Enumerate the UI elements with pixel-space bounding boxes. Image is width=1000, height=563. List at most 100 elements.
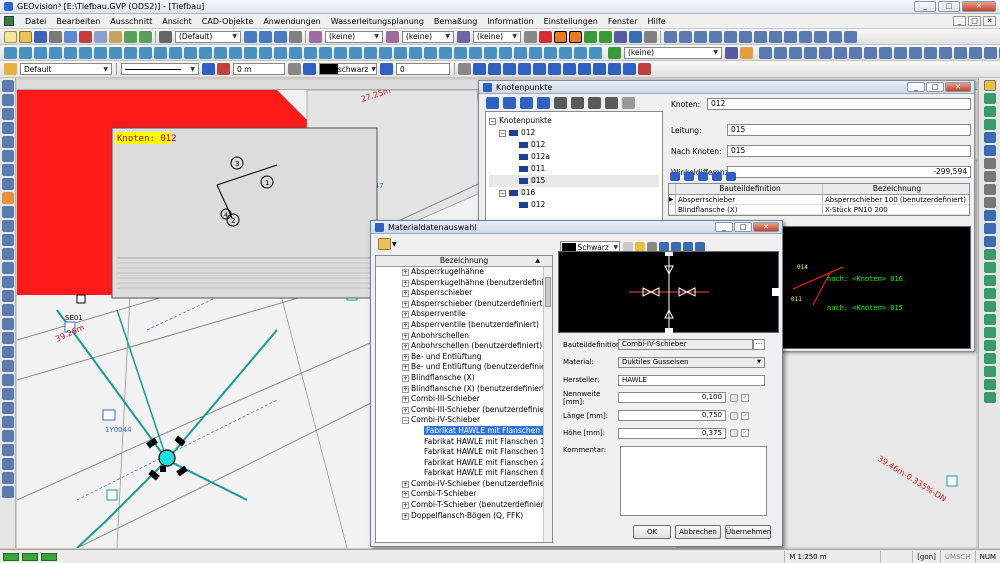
kp-table-4-icon[interactable] xyxy=(605,97,618,109)
kp-print-icon[interactable] xyxy=(622,97,635,109)
rt-tool-13-icon[interactable] xyxy=(984,236,996,247)
lt-tool-12-icon[interactable] xyxy=(2,234,14,246)
knoten-field[interactable]: 012 xyxy=(707,98,971,110)
tool-f-icon[interactable] xyxy=(739,30,752,43)
tree-node[interactable]: 012 xyxy=(489,199,659,211)
mdi-minimize-button[interactable]: _ xyxy=(953,16,966,26)
pen-combo[interactable]: (keine) ▼ xyxy=(402,30,454,43)
object-type-combo[interactable]: (keine) ▼ xyxy=(624,46,722,59)
hatch-combo[interactable]: (keine) ▼ xyxy=(473,30,521,43)
expand-icon[interactable]: + xyxy=(402,406,409,414)
offset-tool-icon[interactable] xyxy=(217,63,230,75)
text-icon[interactable] xyxy=(184,46,197,59)
paste-icon[interactable] xyxy=(109,30,122,43)
tool-x1-icon[interactable] xyxy=(514,46,527,59)
lt-tool-21-icon[interactable] xyxy=(2,360,14,372)
style-combo[interactable]: Default ▼ xyxy=(20,63,112,75)
kp-table-3-icon[interactable] xyxy=(588,97,601,109)
explode-icon[interactable] xyxy=(349,46,362,59)
list-item[interactable]: + Anbohrschellen (benutzerdefiniert) xyxy=(376,341,552,352)
list-item[interactable]: + Combi-III-Schieber (benutzerdefiniert) xyxy=(376,405,552,416)
lt-tool-22-icon[interactable] xyxy=(2,374,14,386)
ptool-13-icon[interactable] xyxy=(638,63,651,75)
tool-d-icon[interactable] xyxy=(709,30,722,43)
zoom-extents-icon[interactable] xyxy=(984,106,996,117)
kp-add-icon[interactable] xyxy=(486,97,499,109)
ptool-8-icon[interactable] xyxy=(563,63,576,75)
status-indicator-1[interactable] xyxy=(3,552,19,561)
expand-icon[interactable]: + xyxy=(402,480,409,488)
lt-tool-17-icon[interactable] xyxy=(2,304,14,316)
dimension-icon[interactable] xyxy=(199,46,212,59)
lt-tool-23-icon[interactable] xyxy=(2,388,14,400)
tree-node-selected[interactable]: 015 xyxy=(489,175,659,187)
expand-icon[interactable]: + xyxy=(402,269,409,276)
list-item[interactable]: Fabrikat HAWLE mit Flanschen 150 xyxy=(376,447,552,458)
menu-anwendungen[interactable]: Anwendungen xyxy=(258,17,325,26)
filter-icon[interactable] xyxy=(2,178,14,190)
redo-icon[interactable] xyxy=(139,30,152,43)
point-icon[interactable] xyxy=(4,46,17,59)
save-icon[interactable] xyxy=(34,30,47,43)
zoom-all-icon[interactable] xyxy=(984,132,996,143)
kommentar-textarea[interactable] xyxy=(620,445,767,516)
lt-tool-15-icon[interactable] xyxy=(2,276,14,288)
symbol-icon[interactable] xyxy=(214,46,227,59)
mirror-icon[interactable] xyxy=(304,46,317,59)
rt-tool-14-icon[interactable] xyxy=(984,249,996,260)
minimize-button[interactable]: _ xyxy=(914,1,936,12)
list-item[interactable]: + Be- und Entlüftung (benutzerdefiniert) xyxy=(376,362,552,373)
tree-node[interactable]: 011 xyxy=(489,163,659,175)
expand-icon[interactable]: + xyxy=(402,353,409,361)
maximize-button[interactable]: □ xyxy=(938,1,960,12)
print-icon[interactable] xyxy=(49,30,62,43)
layer-lock-icon[interactable] xyxy=(289,30,302,43)
rt-tool-19-icon[interactable] xyxy=(984,314,996,325)
hoehe-checkbox[interactable]: ✓ xyxy=(741,429,749,438)
wtool-7-icon[interactable] xyxy=(849,46,862,59)
tool-c-icon[interactable] xyxy=(694,30,707,43)
scroll-thumb[interactable] xyxy=(545,277,551,307)
more-button[interactable]: ··· xyxy=(753,339,765,350)
list-item[interactable]: + Anbohrschellen xyxy=(376,331,552,342)
copy-icon[interactable] xyxy=(94,30,107,43)
menu-hilfe[interactable]: Hilfe xyxy=(643,17,671,26)
wtool-9-icon[interactable] xyxy=(879,46,892,59)
parallel-icon[interactable] xyxy=(124,46,137,59)
ptool-3-icon[interactable] xyxy=(488,63,501,75)
tool-x5-icon[interactable] xyxy=(574,46,587,59)
list-item[interactable]: + Blindflansche (X) xyxy=(376,373,552,384)
ptool-4-icon[interactable] xyxy=(503,63,516,75)
highlight-icon[interactable] xyxy=(2,192,14,204)
rt-tool-18-icon[interactable] xyxy=(984,301,996,312)
rt-tool-9-icon[interactable] xyxy=(984,184,996,195)
curve-icon[interactable] xyxy=(94,46,107,59)
ptool-10-icon[interactable] xyxy=(593,63,606,75)
menu-fenster[interactable]: Fenster xyxy=(603,17,643,26)
wtool-3-icon[interactable] xyxy=(789,46,802,59)
join-icon[interactable] xyxy=(364,46,377,59)
list-item[interactable]: + Absperrkugelhähne xyxy=(376,267,552,278)
expand-icon[interactable]: + xyxy=(402,374,409,382)
lt-tool-25-icon[interactable] xyxy=(2,416,14,428)
tree-node[interactable]: − 012 xyxy=(489,127,659,139)
hatch-icon[interactable] xyxy=(457,30,470,43)
row-up-icon[interactable] xyxy=(698,172,708,181)
lt-tool-28-icon[interactable] xyxy=(2,458,14,470)
chamfer-icon[interactable] xyxy=(409,46,422,59)
wtool-10-icon[interactable] xyxy=(894,46,907,59)
linetype-icon[interactable] xyxy=(202,63,215,75)
zoom-in-icon[interactable] xyxy=(984,80,996,91)
redraw-icon[interactable] xyxy=(614,30,627,43)
list-item[interactable]: + Absperrventile xyxy=(376,309,552,320)
wtool-11-icon[interactable] xyxy=(909,46,922,59)
tree-node[interactable]: 012a xyxy=(489,151,659,163)
pick-icon[interactable] xyxy=(2,164,14,176)
lt-tool-10-icon[interactable] xyxy=(2,206,14,218)
apply-button[interactable]: Übernehmen xyxy=(725,525,771,539)
folder-icon[interactable] xyxy=(378,238,391,250)
wtool-8-icon[interactable] xyxy=(864,46,877,59)
break-icon[interactable] xyxy=(379,46,392,59)
kp-refresh-icon[interactable] xyxy=(537,97,550,109)
layer-props-icon[interactable] xyxy=(244,30,257,43)
